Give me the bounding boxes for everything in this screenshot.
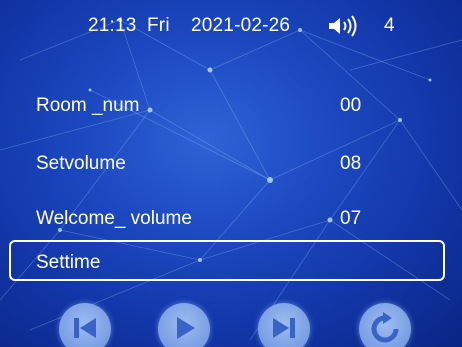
menu-item-welcome-volume[interactable]: Welcome_ volume 07 bbox=[0, 199, 462, 239]
play-icon bbox=[177, 317, 195, 339]
clock-day: Fri bbox=[147, 15, 170, 36]
menu-item-label: Setvolume bbox=[36, 153, 126, 174]
skip-next-icon bbox=[273, 318, 295, 338]
menu-item-setvolume[interactable]: Setvolume 08 bbox=[0, 144, 462, 184]
volume-level: 4 bbox=[384, 15, 395, 36]
menu-item-settime-selected[interactable]: Settime bbox=[9, 240, 445, 281]
device-screen: 21:13 Fri 2021-02-26 4 Room _num 00 Setv… bbox=[0, 0, 462, 347]
refresh-icon bbox=[371, 312, 399, 343]
play-button[interactable] bbox=[158, 303, 210, 347]
status-bar: 21:13 Fri 2021-02-26 4 bbox=[0, 0, 462, 48]
skip-previous-icon bbox=[74, 318, 96, 338]
menu-item-label: Room _num bbox=[36, 95, 140, 116]
menu-item-value: 08 bbox=[340, 153, 362, 174]
next-button[interactable] bbox=[258, 303, 310, 347]
refresh-button[interactable] bbox=[359, 303, 411, 347]
menu-item-value: 00 bbox=[340, 95, 362, 116]
speaker-volume-icon bbox=[327, 14, 363, 38]
menu-item-label: Welcome_ volume bbox=[36, 208, 192, 229]
menu-item-room-num[interactable]: Room _num 00 bbox=[0, 86, 462, 126]
clock-time: 21:13 bbox=[88, 15, 137, 36]
previous-button[interactable] bbox=[59, 303, 111, 347]
menu-item-value: 07 bbox=[340, 208, 362, 229]
menu-item-label: Settime bbox=[36, 252, 101, 273]
clock-date: 2021-02-26 bbox=[191, 15, 291, 36]
